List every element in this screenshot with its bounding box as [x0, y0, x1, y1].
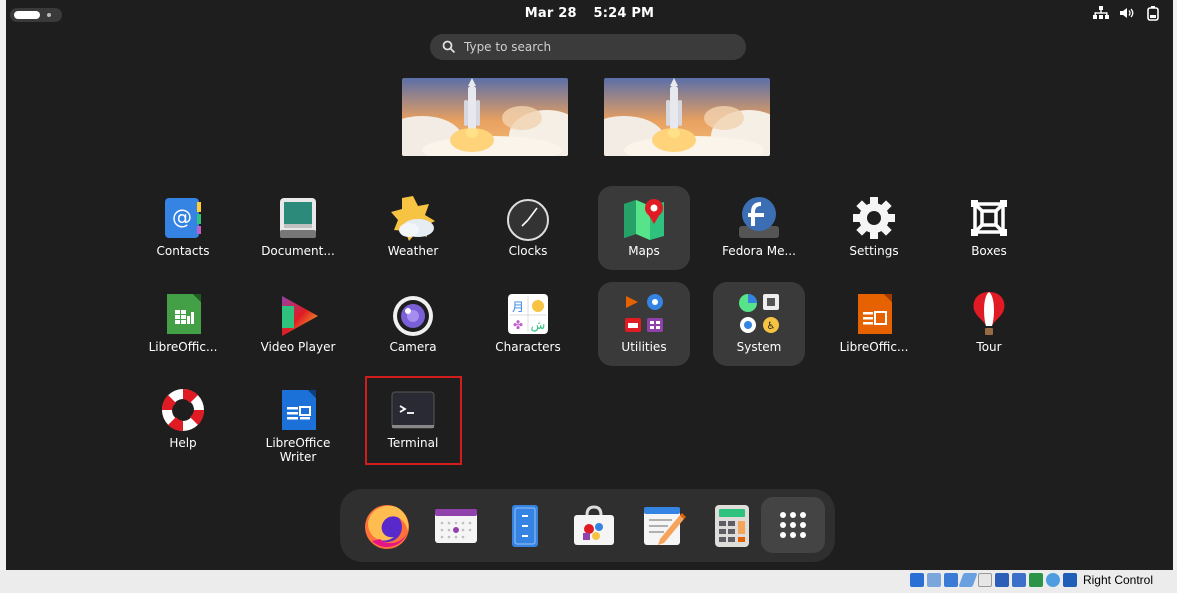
document-scanner-icon — [280, 198, 316, 238]
workspace-thumbnail-1[interactable] — [402, 78, 568, 156]
workspace-thumbnail-2[interactable] — [604, 78, 770, 156]
app-label: Clocks — [508, 244, 548, 258]
app-video-player[interactable]: Video Player — [252, 282, 344, 366]
boxes-icon — [971, 200, 1007, 236]
app-label: Maps — [628, 244, 660, 258]
app-label: Weather — [387, 244, 439, 258]
terminal-highlight-box — [365, 376, 462, 465]
folder-system[interactable]: ♿ System — [713, 282, 805, 366]
app-label: LibreOffice Writer — [265, 436, 331, 464]
software-icon[interactable] — [569, 501, 619, 551]
app-label: Utilities — [621, 340, 667, 354]
app-maps[interactable]: Maps — [598, 186, 690, 270]
volume-icon — [1119, 5, 1135, 21]
folder-utilities[interactable]: Utilities — [598, 282, 690, 366]
show-apps-icon — [780, 512, 806, 538]
app-weather[interactable]: Weather — [367, 186, 459, 270]
calculator-icon[interactable] — [707, 501, 757, 551]
search-icon — [442, 40, 456, 54]
hard-disk-icon[interactable] — [909, 573, 924, 587]
app-clocks[interactable]: Clocks — [482, 186, 574, 270]
network-icon — [1093, 5, 1109, 21]
app-label: Settings — [849, 244, 899, 258]
app-boxes[interactable]: Boxes — [943, 186, 1035, 270]
system-folder-icon: ♿ — [739, 294, 779, 333]
clock[interactable]: Mar 28 5:24 PM — [6, 6, 1173, 21]
app-settings[interactable]: Settings — [828, 186, 920, 270]
svg-text:♿: ♿ — [767, 321, 776, 332]
app-label: LibreOffic... — [148, 340, 218, 354]
app-label: Help — [169, 436, 197, 450]
show-apps-button[interactable] — [761, 497, 825, 553]
help-lifebuoy-icon — [161, 388, 205, 432]
maps-icon — [624, 199, 664, 240]
firefox-icon[interactable] — [362, 501, 412, 551]
gear-icon — [853, 197, 895, 239]
clock-date: Mar 28 — [524, 6, 577, 21]
clock-time: 5:24 PM — [593, 6, 655, 21]
audio-icon[interactable] — [943, 573, 958, 587]
app-label: Boxes — [971, 244, 1007, 258]
app-libreoffice-writer[interactable]: LibreOffice Writer — [252, 378, 344, 464]
video-player-icon — [282, 296, 318, 336]
fedora-icon — [739, 197, 779, 238]
svg-text:ش: ش — [531, 318, 546, 333]
svg-text:✤: ✤ — [513, 318, 523, 332]
network-adapter-icon[interactable] — [1028, 573, 1043, 587]
host-key-label: Right Control — [1082, 573, 1153, 587]
system-tray[interactable] — [1093, 5, 1161, 21]
battery-icon — [1145, 5, 1161, 21]
app-fedora-media-writer[interactable]: Fedora Me... — [713, 186, 805, 270]
svg-text:@: @ — [172, 205, 192, 229]
app-label: Document... — [261, 244, 335, 258]
app-label: Contacts — [156, 244, 210, 258]
calendar-icon[interactable] — [431, 501, 481, 551]
files-icon[interactable] — [500, 501, 550, 551]
app-characters[interactable]: 月 ✤ ش Characters — [482, 282, 574, 366]
guest-additions-icon[interactable] — [1045, 573, 1060, 587]
app-tour[interactable]: Tour — [943, 282, 1035, 366]
display-icon[interactable] — [994, 573, 1009, 587]
contacts-icon: @ — [165, 198, 201, 238]
utilities-folder-icon — [625, 294, 663, 332]
top-bar: Mar 28 5:24 PM — [6, 0, 1173, 28]
gnome-desktop: Mar 28 5:24 PM Type to search @ Contacts… — [6, 0, 1173, 570]
search-placeholder: Type to search — [464, 40, 552, 54]
app-document-scanner[interactable]: Document... — [252, 186, 344, 270]
libreoffice-writer-icon — [282, 390, 316, 430]
clock-icon — [507, 199, 549, 241]
app-libreoffice-impress[interactable]: LibreOffic... — [828, 282, 920, 366]
app-contacts[interactable]: @ Contacts — [137, 186, 229, 270]
app-camera[interactable]: Camera — [367, 282, 459, 366]
app-label: Video Player — [260, 340, 336, 354]
app-label: Fedora Me... — [722, 244, 796, 258]
optical-drive-icon[interactable] — [926, 573, 941, 587]
libreoffice-calc-icon — [167, 294, 201, 334]
weather-icon — [391, 196, 435, 241]
app-label: Characters — [495, 340, 561, 354]
hot-air-balloon-icon — [973, 292, 1005, 335]
app-label: LibreOffic... — [839, 340, 909, 354]
video-capture-icon[interactable] — [1011, 573, 1026, 587]
app-libreoffice-calc[interactable]: LibreOffic... — [137, 282, 229, 366]
app-label: System — [736, 340, 782, 354]
mouse-integration-icon[interactable] — [1062, 573, 1077, 587]
app-help[interactable]: Help — [137, 378, 229, 462]
search-input[interactable]: Type to search — [430, 34, 746, 60]
camera-icon — [393, 296, 433, 336]
libreoffice-impress-icon — [858, 294, 892, 334]
usb-icon[interactable] — [958, 573, 978, 587]
characters-icon: 月 ✤ ش — [508, 294, 548, 334]
shared-folders-icon[interactable] — [977, 573, 992, 587]
svg-text:月: 月 — [512, 300, 524, 314]
app-label: Camera — [389, 340, 437, 354]
text-editor-icon[interactable] — [638, 501, 688, 551]
virtualbox-status-bar: Right Control — [0, 570, 1177, 593]
app-label: Tour — [976, 340, 1002, 354]
dash — [340, 489, 835, 562]
